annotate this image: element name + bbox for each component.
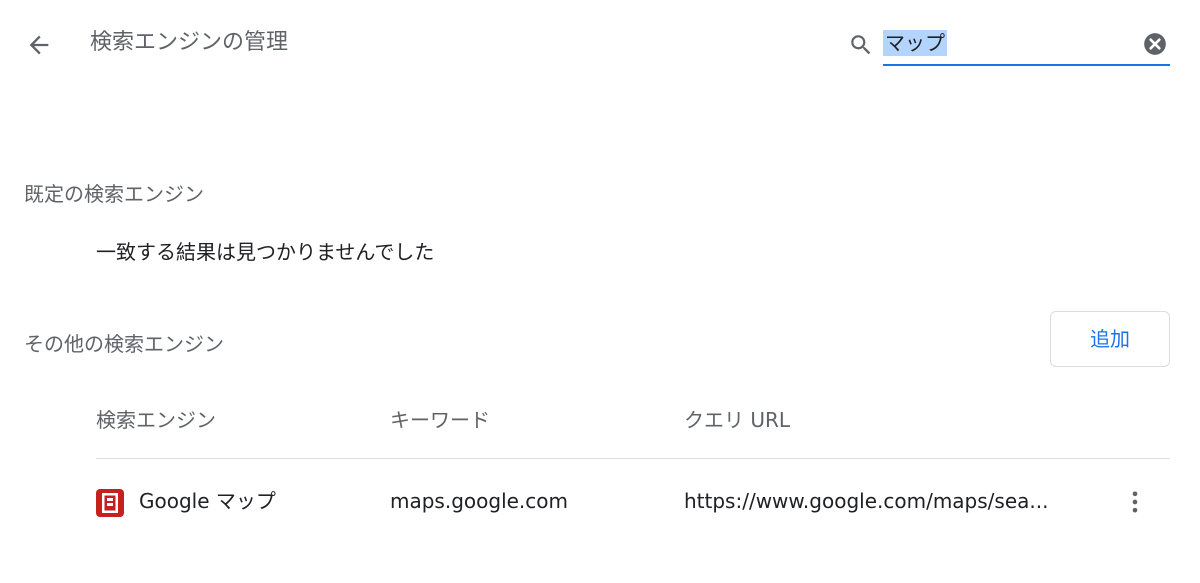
no-results-message: 一致する結果は見つかりませんでした [96,240,435,264]
search-engine-keyword: maps.google.com [390,489,569,513]
search-engine-query-url: https://www.google.com/maps/sea... [684,489,1049,513]
other-engines-heading: その他の検索エンジン [24,332,224,356]
search-icon [851,35,871,55]
page-header: 検索エンジンの管理 マップ [0,0,1200,90]
search-box[interactable]: マップ [848,24,1170,66]
column-header-query-url: クエリ URL [684,408,791,432]
search-input[interactable]: マップ [883,24,1170,66]
column-header-keyword: キーワード [390,408,490,432]
arrow-left-icon [29,35,49,55]
page-title: 検索エンジンの管理 [90,30,289,55]
add-search-engine-button[interactable]: 追加 [1050,311,1170,367]
table-row: Google マップ maps.google.com https://www.g… [96,459,1170,543]
more-actions-button[interactable] [1118,485,1152,519]
more-vertical-icon [1132,491,1138,513]
google-maps-favicon [96,489,124,517]
search-engine-name: Google マップ [139,489,276,513]
search-query-text: マップ [883,30,947,56]
clear-icon[interactable] [1142,31,1168,57]
column-header-search-engine: 検索エンジン [96,408,216,432]
back-button[interactable] [22,28,56,62]
table-header: 検索エンジン キーワード クエリ URL [96,392,1170,459]
default-engines-heading: 既定の検索エンジン [24,182,204,206]
search-engines-table: 検索エンジン キーワード クエリ URL Google マップ maps.goo… [96,392,1170,543]
